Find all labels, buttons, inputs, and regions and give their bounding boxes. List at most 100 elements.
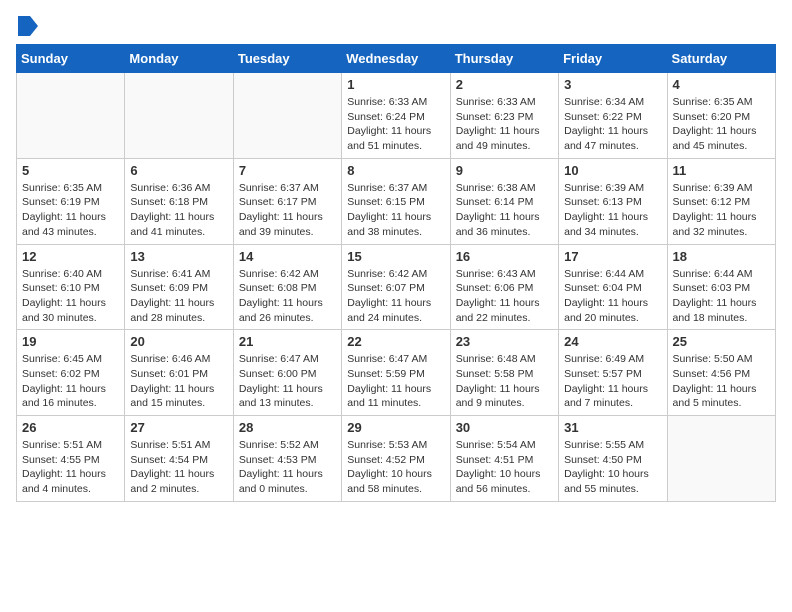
calendar-cell: 19 Sunrise: 6:45 AM Sunset: 6:02 PM Dayli… — [17, 330, 125, 416]
calendar-header-sunday: Sunday — [17, 45, 125, 73]
cell-info: Sunrise: 6:39 AM Sunset: 6:12 PM Dayligh… — [673, 181, 770, 240]
calendar-body: 1 Sunrise: 6:33 AM Sunset: 6:24 PM Daylig… — [17, 73, 776, 502]
cell-info: Sunrise: 5:54 AM Sunset: 4:51 PM Dayligh… — [456, 438, 553, 497]
calendar-cell: 30 Sunrise: 5:54 AM Sunset: 4:51 PM Dayli… — [450, 416, 558, 502]
calendar-cell: 29Sunrise: 5:53 AM Sunset: 4:52 PM Dayli… — [342, 416, 450, 502]
calendar-cell: 16 Sunrise: 6:43 AM Sunset: 6:06 PM Dayli… — [450, 244, 558, 330]
cell-info: Sunrise: 6:44 AM Sunset: 6:04 PM Dayligh… — [564, 267, 661, 326]
cell-info: Sunrise: 6:35 AM Sunset: 6:19 PM Dayligh… — [22, 181, 119, 240]
day-number: 17 — [564, 249, 661, 264]
calendar-cell: 4 Sunrise: 6:35 AM Sunset: 6:20 PM Daylig… — [667, 73, 775, 159]
day-number: 25 — [673, 334, 770, 349]
day-number: 13 — [130, 249, 227, 264]
day-number: 30 — [456, 420, 553, 435]
calendar-table: SundayMondayTuesdayWednesdayThursdayFrid… — [16, 44, 776, 502]
cell-info: Sunrise: 5:50 AM Sunset: 4:56 PM Dayligh… — [673, 352, 770, 411]
calendar-cell: 27 Sunrise: 5:51 AM Sunset: 4:54 PM Dayli… — [125, 416, 233, 502]
cell-info: Sunrise: 6:36 AM Sunset: 6:18 PM Dayligh… — [130, 181, 227, 240]
day-number: 20 — [130, 334, 227, 349]
cell-info: Sunrise: 6:37 AM Sunset: 6:15 PM Dayligh… — [347, 181, 444, 240]
cell-info: Sunrise: 5:55 AM Sunset: 4:50 PM Dayligh… — [564, 438, 661, 497]
day-number: 10 — [564, 163, 661, 178]
day-number: 26 — [22, 420, 119, 435]
day-number: 19 — [22, 334, 119, 349]
logo — [16, 16, 38, 36]
calendar-header-row: SundayMondayTuesdayWednesdayThursdayFrid… — [17, 45, 776, 73]
calendar-cell: 15Sunrise: 6:42 AM Sunset: 6:07 PM Dayli… — [342, 244, 450, 330]
calendar-cell: 12 Sunrise: 6:40 AM Sunset: 6:10 PM Dayli… — [17, 244, 125, 330]
cell-info: Sunrise: 6:34 AM Sunset: 6:22 PM Dayligh… — [564, 95, 661, 154]
calendar-cell — [233, 73, 341, 159]
day-number: 21 — [239, 334, 336, 349]
cell-info: Sunrise: 6:40 AM Sunset: 6:10 PM Dayligh… — [22, 267, 119, 326]
calendar-cell: 18 Sunrise: 6:44 AM Sunset: 6:03 PM Dayli… — [667, 244, 775, 330]
calendar-cell: 13 Sunrise: 6:41 AM Sunset: 6:09 PM Dayli… — [125, 244, 233, 330]
cell-info: Sunrise: 6:33 AM Sunset: 6:23 PM Dayligh… — [456, 95, 553, 154]
calendar-header-friday: Friday — [559, 45, 667, 73]
day-number: 24 — [564, 334, 661, 349]
calendar-week-row: 5Sunrise: 6:35 AM Sunset: 6:19 PM Daylig… — [17, 158, 776, 244]
day-number: 23 — [456, 334, 553, 349]
day-number: 12 — [22, 249, 119, 264]
day-number: 15 — [347, 249, 444, 264]
calendar-header-tuesday: Tuesday — [233, 45, 341, 73]
calendar-header-monday: Monday — [125, 45, 233, 73]
day-number: 8 — [347, 163, 444, 178]
calendar-week-row: 19 Sunrise: 6:45 AM Sunset: 6:02 PM Dayli… — [17, 330, 776, 416]
day-number: 22 — [347, 334, 444, 349]
calendar-cell: 25 Sunrise: 5:50 AM Sunset: 4:56 PM Dayli… — [667, 330, 775, 416]
calendar-header-saturday: Saturday — [667, 45, 775, 73]
calendar-cell: 6 Sunrise: 6:36 AM Sunset: 6:18 PM Daylig… — [125, 158, 233, 244]
calendar-cell: 8 Sunrise: 6:37 AM Sunset: 6:15 PM Daylig… — [342, 158, 450, 244]
cell-info: Sunrise: 6:42 AM Sunset: 6:08 PM Dayligh… — [239, 267, 336, 326]
day-number: 6 — [130, 163, 227, 178]
day-number: 27 — [130, 420, 227, 435]
cell-info: Sunrise: 6:35 AM Sunset: 6:20 PM Dayligh… — [673, 95, 770, 154]
cell-info: Sunrise: 6:45 AM Sunset: 6:02 PM Dayligh… — [22, 352, 119, 411]
calendar-cell: 31 Sunrise: 5:55 AM Sunset: 4:50 PM Dayli… — [559, 416, 667, 502]
cell-info: Sunrise: 5:51 AM Sunset: 4:54 PM Dayligh… — [130, 438, 227, 497]
cell-info: Sunrise: 6:46 AM Sunset: 6:01 PM Dayligh… — [130, 352, 227, 411]
calendar-cell: 21 Sunrise: 6:47 AM Sunset: 6:00 PM Dayli… — [233, 330, 341, 416]
calendar-cell: 10 Sunrise: 6:39 AM Sunset: 6:13 PM Dayli… — [559, 158, 667, 244]
day-number: 18 — [673, 249, 770, 264]
calendar-week-row: 12 Sunrise: 6:40 AM Sunset: 6:10 PM Dayli… — [17, 244, 776, 330]
cell-info: Sunrise: 6:39 AM Sunset: 6:13 PM Dayligh… — [564, 181, 661, 240]
calendar-week-row: 1 Sunrise: 6:33 AM Sunset: 6:24 PM Daylig… — [17, 73, 776, 159]
cell-info: Sunrise: 6:38 AM Sunset: 6:14 PM Dayligh… — [456, 181, 553, 240]
day-number: 28 — [239, 420, 336, 435]
calendar-cell: 26Sunrise: 5:51 AM Sunset: 4:55 PM Dayli… — [17, 416, 125, 502]
calendar-cell: 5Sunrise: 6:35 AM Sunset: 6:19 PM Daylig… — [17, 158, 125, 244]
day-number: 2 — [456, 77, 553, 92]
calendar-cell: 22 Sunrise: 6:47 AM Sunset: 5:59 PM Dayli… — [342, 330, 450, 416]
cell-info: Sunrise: 6:41 AM Sunset: 6:09 PM Dayligh… — [130, 267, 227, 326]
calendar-header-thursday: Thursday — [450, 45, 558, 73]
page-header — [16, 16, 776, 36]
calendar-cell: 14 Sunrise: 6:42 AM Sunset: 6:08 PM Dayli… — [233, 244, 341, 330]
calendar-header-wednesday: Wednesday — [342, 45, 450, 73]
day-number: 4 — [673, 77, 770, 92]
calendar-cell: 17 Sunrise: 6:44 AM Sunset: 6:04 PM Dayli… — [559, 244, 667, 330]
cell-info: Sunrise: 6:43 AM Sunset: 6:06 PM Dayligh… — [456, 267, 553, 326]
day-number: 14 — [239, 249, 336, 264]
cell-info: Sunrise: 6:48 AM Sunset: 5:58 PM Dayligh… — [456, 352, 553, 411]
day-number: 1 — [347, 77, 444, 92]
cell-info: Sunrise: 5:52 AM Sunset: 4:53 PM Dayligh… — [239, 438, 336, 497]
calendar-cell: 20 Sunrise: 6:46 AM Sunset: 6:01 PM Dayli… — [125, 330, 233, 416]
cell-info: Sunrise: 6:47 AM Sunset: 5:59 PM Dayligh… — [347, 352, 444, 411]
cell-info: Sunrise: 6:37 AM Sunset: 6:17 PM Dayligh… — [239, 181, 336, 240]
cell-info: Sunrise: 6:33 AM Sunset: 6:24 PM Dayligh… — [347, 95, 444, 154]
calendar-cell — [125, 73, 233, 159]
day-number: 31 — [564, 420, 661, 435]
calendar-cell — [17, 73, 125, 159]
calendar-cell: 7 Sunrise: 6:37 AM Sunset: 6:17 PM Daylig… — [233, 158, 341, 244]
calendar-cell: 1 Sunrise: 6:33 AM Sunset: 6:24 PM Daylig… — [342, 73, 450, 159]
day-number: 7 — [239, 163, 336, 178]
day-number: 16 — [456, 249, 553, 264]
cell-info: Sunrise: 6:44 AM Sunset: 6:03 PM Dayligh… — [673, 267, 770, 326]
day-number: 11 — [673, 163, 770, 178]
calendar-cell: 11 Sunrise: 6:39 AM Sunset: 6:12 PM Dayli… — [667, 158, 775, 244]
calendar-cell — [667, 416, 775, 502]
calendar-cell: 28 Sunrise: 5:52 AM Sunset: 4:53 PM Dayli… — [233, 416, 341, 502]
cell-info: Sunrise: 6:47 AM Sunset: 6:00 PM Dayligh… — [239, 352, 336, 411]
